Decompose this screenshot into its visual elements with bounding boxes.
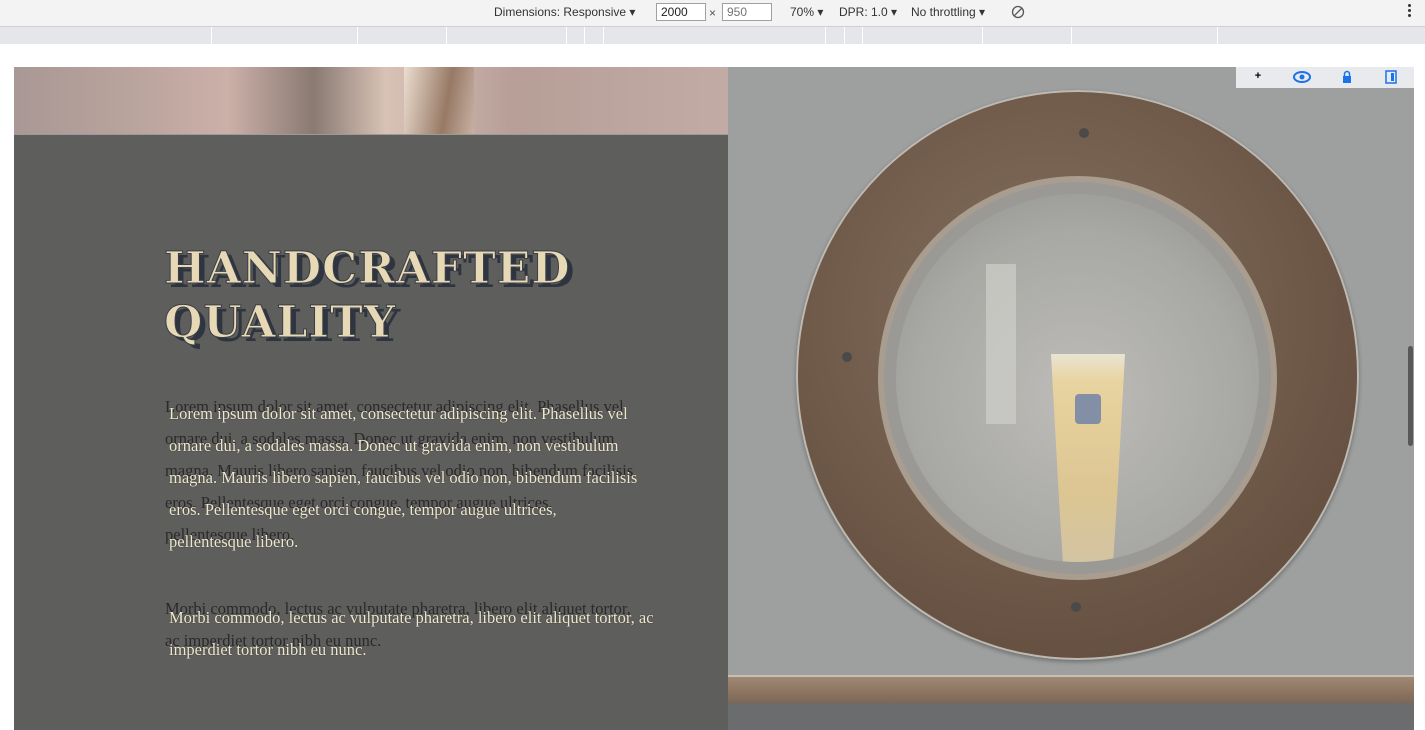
add-icon[interactable]: +	[1248, 70, 1268, 84]
dimensions-separator: ×	[709, 6, 717, 20]
window-sill	[728, 675, 1414, 705]
body-paragraph-2: Morbi commodo, lectus ac vulputate phare…	[169, 608, 654, 659]
porthole-frame	[796, 90, 1359, 660]
more-options-icon[interactable]	[1408, 4, 1412, 19]
page-viewport: HANDCRAFTED QUALITY HANDCRAFTED QUALITY …	[14, 67, 1414, 730]
vertical-scrollbar[interactable]	[1408, 346, 1413, 446]
content-section: HANDCRAFTED QUALITY HANDCRAFTED QUALITY …	[14, 67, 728, 730]
lock-icon[interactable]	[1337, 70, 1357, 84]
beer-glass	[1051, 354, 1125, 562]
panel-toggle-icon[interactable]	[1381, 70, 1401, 84]
zoom-dropdown[interactable]: 70% ▾	[790, 5, 823, 19]
viewport-icon-bar: +	[1236, 67, 1414, 88]
porthole-image	[728, 67, 1414, 730]
device-toolbar: Dimensions: Responsive ▾ × 70% ▾ DPR: 1.…	[0, 0, 1425, 27]
section-heading: HANDCRAFTED QUALITY	[164, 243, 571, 349]
body-paragraph-1: Lorem ipsum dolor sit amet, consectetur …	[169, 404, 638, 551]
rotate-icon[interactable]	[1011, 5, 1025, 19]
dimensions-dropdown[interactable]: Dimensions: Responsive ▾	[494, 5, 635, 19]
dpr-dropdown[interactable]: DPR: 1.0 ▾	[839, 5, 897, 19]
width-input[interactable]	[656, 3, 706, 21]
media-query-bar[interactable]	[0, 27, 1425, 44]
height-input[interactable]	[722, 3, 772, 21]
throttling-dropdown[interactable]: No throttling ▾	[911, 5, 985, 19]
visibility-icon[interactable]	[1292, 70, 1312, 84]
hero-image	[14, 67, 728, 135]
porthole-window	[896, 194, 1259, 562]
